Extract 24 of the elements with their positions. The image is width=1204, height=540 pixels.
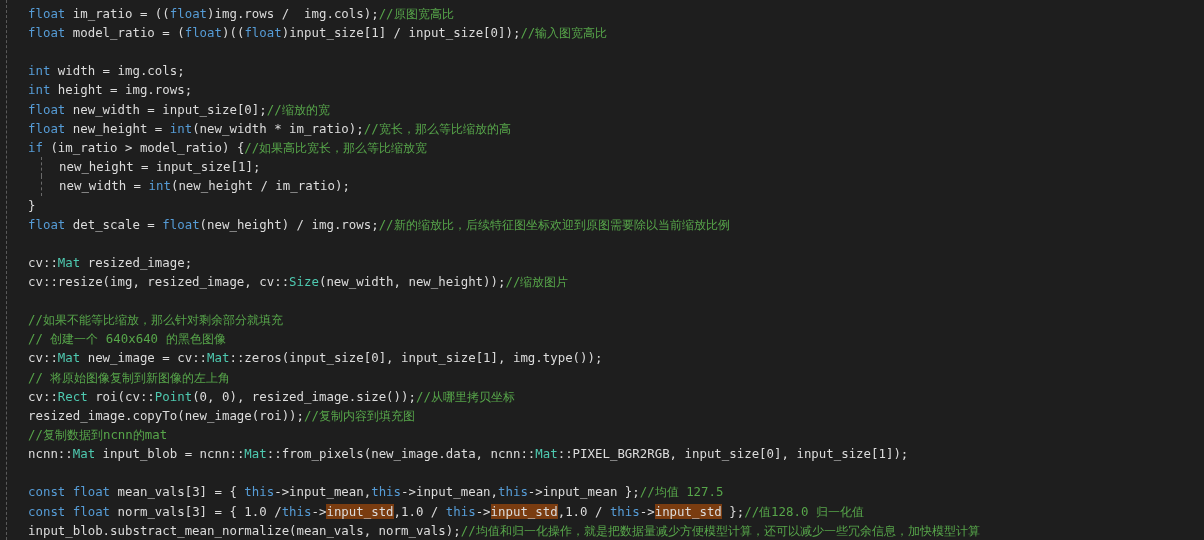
code-line: int width = img.cols;	[28, 62, 185, 81]
code-line: float im_ratio = ((float)img.rows / img.cols);//原图宽高比	[28, 5, 454, 23]
code-line: const float norm_vals[3] = { 1.0 /this->input_std,1.0 / this->input_std,1.0 / this->input_std };//值128.0 归一化值	[28, 502, 864, 521]
code-line: const float mean_vals[3] = { this->input_mean,this->input_mean,this->input_mean };//均值 127.5	[28, 483, 724, 502]
code-line: float new_height = int(new_width * im_ratio);//宽长，那么等比缩放的高	[28, 119, 511, 138]
code-line: resized_image.copyTo(new_image(roi));//复制内容到填充图	[28, 407, 415, 425]
code-line: float model_ratio = (float)((float)input_size[1] / input_size[0]);//输入图宽高比	[28, 24, 608, 43]
code-line: input_blob.substract_mean_normalize(mean_vals, norm_vals);//均值和归一化操作，就是把数据量减少方便模型计算，还可以减少一些冗余信息，加快模型计算	[28, 521, 980, 540]
code-line: int height = img.rows;	[28, 81, 193, 100]
code-line: ncnn::Mat input_blob = ncnn::Mat::from_pixels(new_image.data, ncnn::Mat::PIXEL_BGR2RGB, input_size[0], input_size[1]);	[28, 445, 909, 464]
code-line: // 将原始图像复制到新图像的左上角	[28, 368, 231, 387]
code-line: new_height = input_size[1];	[59, 158, 261, 177]
code-line: }	[28, 196, 36, 215]
code-line: cv::Rect roi(cv::Point(0, 0), resized_image.size());//从哪里拷贝坐标	[28, 387, 515, 406]
code-line: float new_width = input_size[0];//缩放的宽	[28, 100, 330, 119]
code-line: //复制数据到ncnn的mat	[28, 426, 168, 445]
code-line: // 创建一个 640x640 的黑色图像	[28, 330, 226, 349]
code-line: cv::Mat resized_image;	[28, 253, 193, 272]
code-line: new_width = int(new_height / im_ratio);	[59, 177, 350, 196]
code-line: if (im_ratio > model_ratio) {//如果高比宽长，那么等比缩放宽	[28, 139, 428, 157]
code-line: cv::resize(img, resized_image, cv::Size(new_width, new_height));//缩放图片	[28, 273, 569, 291]
code-line: float det_scale = float(new_height) / img.rows;//新的缩放比，后续特征图坐标欢迎到原图需要除以当前缩放比例	[28, 215, 730, 234]
code-line: //如果不能等比缩放，那么针对剩余部分就填充	[28, 311, 283, 330]
code-line: cv::Mat new_image = cv::Mat::zeros(input_size[0], input_size[1], img.type());	[28, 349, 603, 368]
